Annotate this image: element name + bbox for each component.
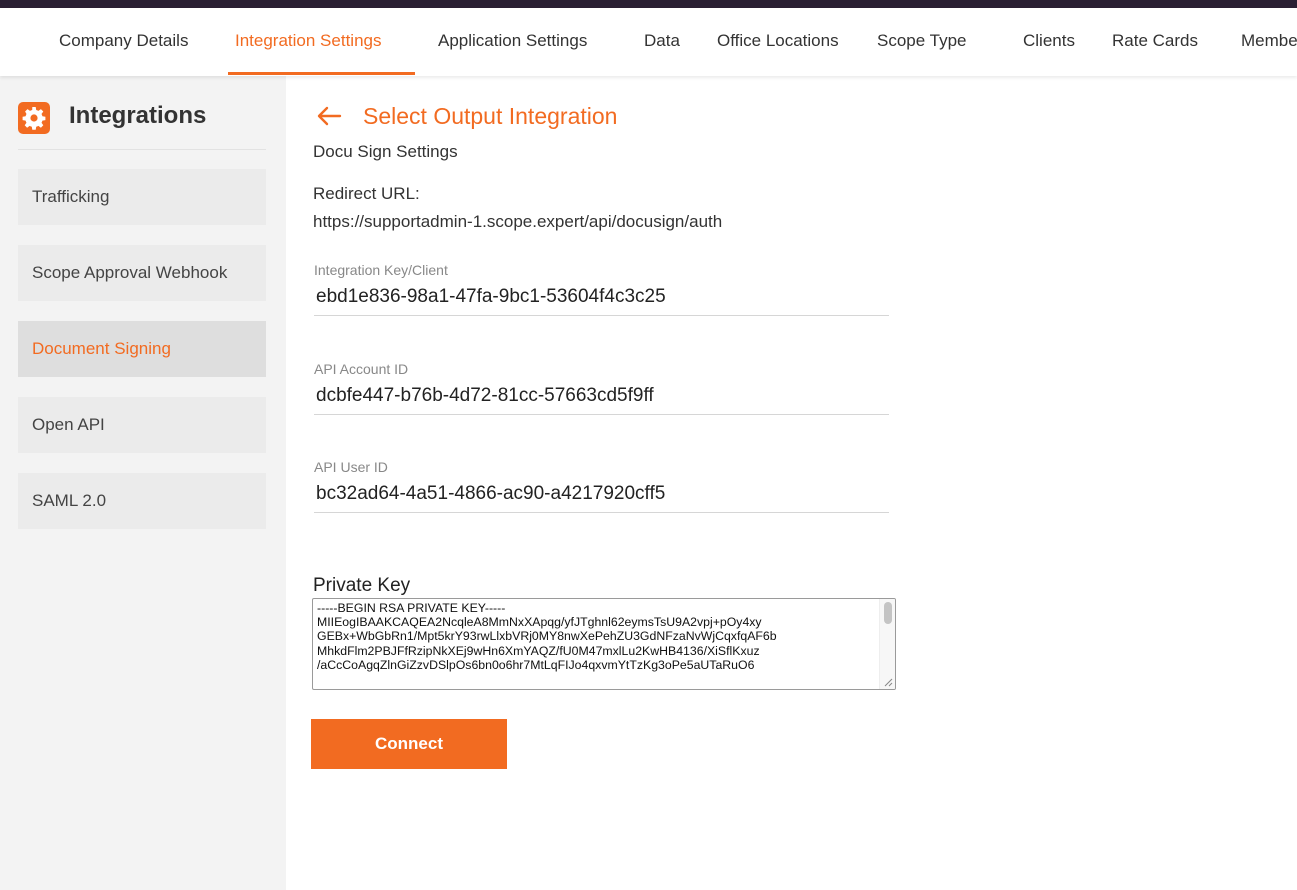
integration-key-label: Integration Key/Client [314,262,448,278]
tab-members[interactable]: Members [1241,8,1297,76]
private-key-scrollbar[interactable] [879,599,895,689]
tab-integration-settings[interactable]: Integration Settings [235,8,381,76]
redirect-url-value: https://supportadmin-1.scope.expert/api/… [313,212,723,231]
section-subtitle: Docu Sign Settings [313,142,458,161]
integrations-sidebar: Integrations Trafficking Scope Approval … [0,76,286,890]
api-account-id-input[interactable] [314,379,889,415]
sidebar-item-document-signing[interactable]: Document Signing [18,321,266,377]
api-user-id-label: API User ID [314,459,388,475]
main-content: Select Output Integration Docu Sign Sett… [286,76,1297,890]
private-key-line: GEBx+WbGbRn1/Mpt5krY93rwLlxbVRj0MY8nwXeP… [317,629,777,644]
tab-data[interactable]: Data [644,8,680,76]
api-account-id-field: API Account ID [314,359,889,415]
api-user-id-input[interactable] [314,477,889,513]
private-key-text: -----BEGIN RSA PRIVATE KEY----- MIIEogIBA… [317,601,877,672]
private-key-label: Private Key [313,575,411,596]
private-key-line: MhkdFlm2PBJFfRzipNkXEj9wHn6XmYAQZ/fU0M47… [317,643,760,658]
tab-application-settings[interactable]: Application Settings [438,8,587,76]
redirect-url-label: Redirect URL: [313,184,420,203]
private-key-line: -----BEGIN RSA PRIVATE KEY----- [317,601,506,615]
tab-scope-type[interactable]: Scope Type [877,8,966,76]
private-key-line: MIIEogIBAAKCAQEA2NcqleA8MmNxXApqg/yfJTgh… [317,615,762,630]
tab-office-locations[interactable]: Office Locations [717,8,839,76]
arrow-left-icon[interactable] [316,105,342,127]
scrollbar-thumb[interactable] [884,602,892,624]
private-key-textarea[interactable]: -----BEGIN RSA PRIVATE KEY----- MIIEogIBA… [312,598,896,690]
settings-nav: Company Details Integration Settings App… [0,8,1297,76]
sidebar-title: Integrations [69,102,207,129]
connect-button[interactable]: Connect [311,719,507,769]
page-title[interactable]: Select Output Integration [363,100,617,132]
tab-clients[interactable]: Clients [1023,8,1075,76]
sidebar-item-scope-approval-webhook[interactable]: Scope Approval Webhook [18,245,266,301]
active-tab-underline [228,72,415,75]
api-user-id-field: API User ID [314,457,889,513]
top-bar [0,0,1297,8]
api-account-id-label: API Account ID [314,361,409,377]
sidebar-item-open-api[interactable]: Open API [18,397,266,453]
integration-key-field: Integration Key/Client [314,260,889,316]
private-key-line: /aCcCoAgqZlnGiZzvDSlpOs6bn0o6hr7MtLqFIJo… [317,657,755,672]
sidebar-header: Integrations [18,88,266,150]
sidebar-item-trafficking[interactable]: Trafficking [18,169,266,225]
sidebar-item-saml[interactable]: SAML 2.0 [18,473,266,529]
integration-key-input[interactable] [314,280,889,316]
gear-icon [18,102,50,134]
tab-rate-cards[interactable]: Rate Cards [1112,8,1198,76]
tab-company-details[interactable]: Company Details [59,8,188,76]
resize-grip-icon[interactable] [883,677,893,687]
